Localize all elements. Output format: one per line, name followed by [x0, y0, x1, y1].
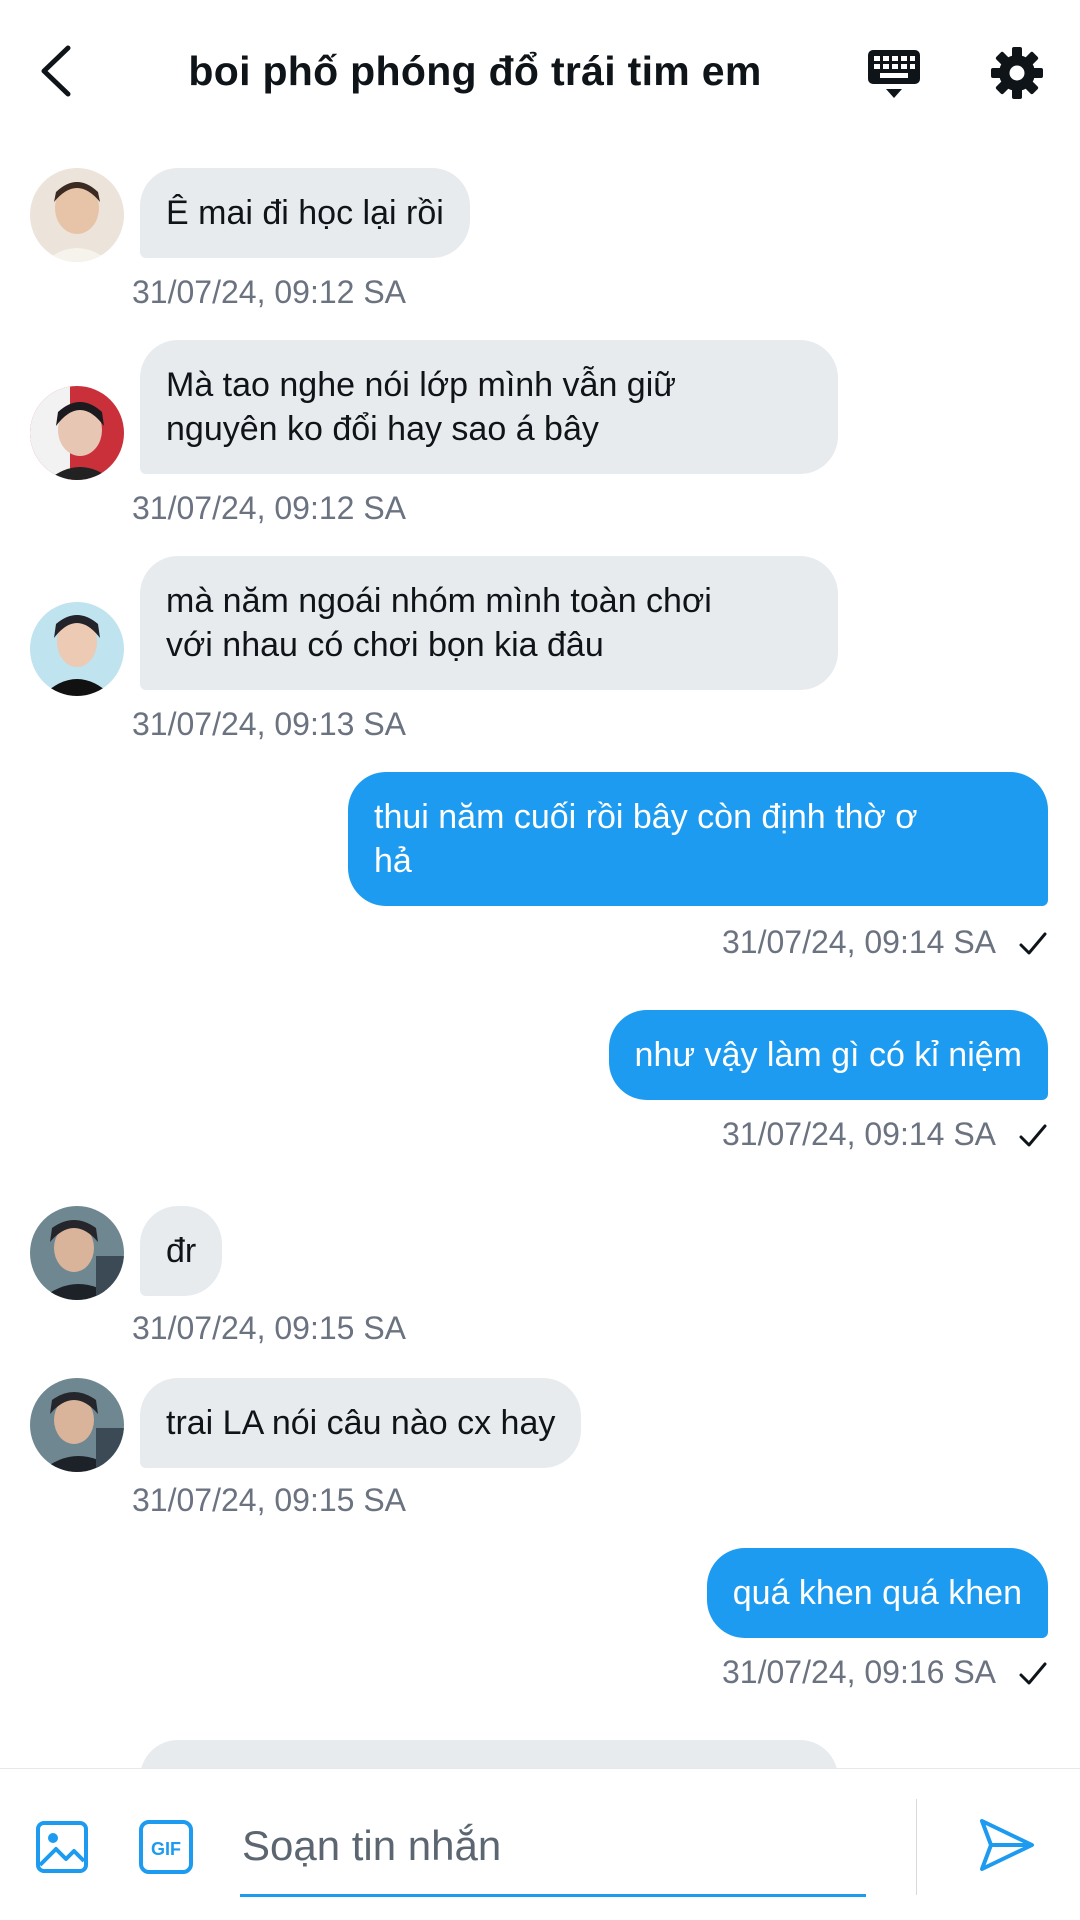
- checkmark-icon: [1019, 1662, 1047, 1685]
- keyboard-icon: [868, 50, 920, 98]
- message-timestamp: 31/07/24, 09:13 SA: [132, 706, 406, 742]
- message-bubble[interactable]: quá khen quá khen: [706, 1548, 1048, 1638]
- avatar[interactable]: [30, 386, 124, 480]
- message-text: thui năm cuối rồi bây còn định thờ ơ: [374, 798, 918, 836]
- back-button[interactable]: [32, 40, 84, 102]
- gif-button[interactable]: GIF: [138, 1819, 194, 1875]
- message-text: Ê mai đi học lại rồi: [166, 194, 444, 232]
- message-text: đr: [166, 1232, 197, 1270]
- message-text: hả: [374, 842, 412, 880]
- message-timestamp: 31/07/24, 09:12 SA: [132, 490, 406, 526]
- message-text: Mà tao nghe nói lớp mình vẫn giữ: [166, 366, 677, 404]
- checkmark-icon: [1019, 932, 1047, 955]
- avatar[interactable]: [30, 1206, 124, 1300]
- message-text: quá khen quá khen: [732, 1574, 1022, 1612]
- checkmark-icon: [1019, 1124, 1047, 1147]
- message-bubble[interactable]: trai LA nói câu nào cx hay: [140, 1378, 582, 1468]
- message-text: nguyên ko đổi hay sao á bây: [166, 410, 599, 448]
- message-text: như vậy làm gì có kỉ niệm: [634, 1036, 1022, 1074]
- avatar[interactable]: [30, 1378, 124, 1472]
- chat-screen: boi phố phóng đổ trái tim em Ê mai đi họ…: [0, 0, 1080, 1920]
- message-bubble[interactable]: đr: [140, 1206, 223, 1296]
- message-timestamp: 31/07/24, 09:15 SA: [132, 1482, 406, 1518]
- keyboard-button[interactable]: [866, 46, 922, 102]
- message-bubble[interactable]: Ê mai đi học lại rồi: [140, 168, 470, 258]
- message-text: trai LA nói câu nào cx hay: [166, 1404, 556, 1442]
- message-timestamp: 31/07/24, 09:12 SA: [132, 274, 406, 310]
- message-timestamp: 31/07/24, 09:14 SA: [722, 1116, 996, 1152]
- attach-image-button[interactable]: [34, 1819, 90, 1875]
- chat-header: boi phố phóng đổ trái tim em: [0, 0, 1080, 148]
- gear-icon: [991, 47, 1043, 99]
- chevron-left-icon: [41, 45, 71, 97]
- send-icon: [980, 1819, 1034, 1871]
- settings-button[interactable]: [990, 46, 1044, 100]
- message-bubble[interactable]: như vậy làm gì có kỉ niệm: [608, 1010, 1048, 1100]
- message-bubble[interactable]: thui năm cuối rồi bây còn định thờ ơ hả: [348, 772, 1048, 906]
- divider: [916, 1799, 917, 1895]
- image-icon: [36, 1821, 88, 1873]
- message-bubble[interactable]: mà năm ngoái nhóm mình toàn chơi với nha…: [140, 556, 838, 690]
- message-input[interactable]: [240, 1797, 866, 1897]
- message-text: với nhau có chơi bọn kia đâu: [166, 626, 604, 664]
- message-text: mà năm ngoái nhóm mình toàn chơi: [166, 582, 712, 620]
- message-list[interactable]: Ê mai đi học lại rồi 31/07/24, 09:12 SA …: [0, 148, 1080, 1768]
- gif-icon: GIF: [139, 1820, 193, 1874]
- message-timestamp: 31/07/24, 09:16 SA: [722, 1654, 996, 1690]
- svg-text:GIF: GIF: [151, 1839, 181, 1859]
- message-composer: GIF: [0, 1768, 1080, 1920]
- send-button[interactable]: [978, 1817, 1036, 1873]
- message-bubble[interactable]: [140, 1740, 838, 1768]
- message-timestamp: 31/07/24, 09:15 SA: [132, 1310, 406, 1346]
- avatar[interactable]: [30, 602, 124, 696]
- message-bubble[interactable]: Mà tao nghe nói lớp mình vẫn giữ nguyên …: [140, 340, 838, 474]
- avatar[interactable]: [30, 168, 124, 262]
- page-title: boi phố phóng đổ trái tim em: [188, 48, 762, 94]
- message-timestamp: 31/07/24, 09:14 SA: [722, 924, 996, 960]
